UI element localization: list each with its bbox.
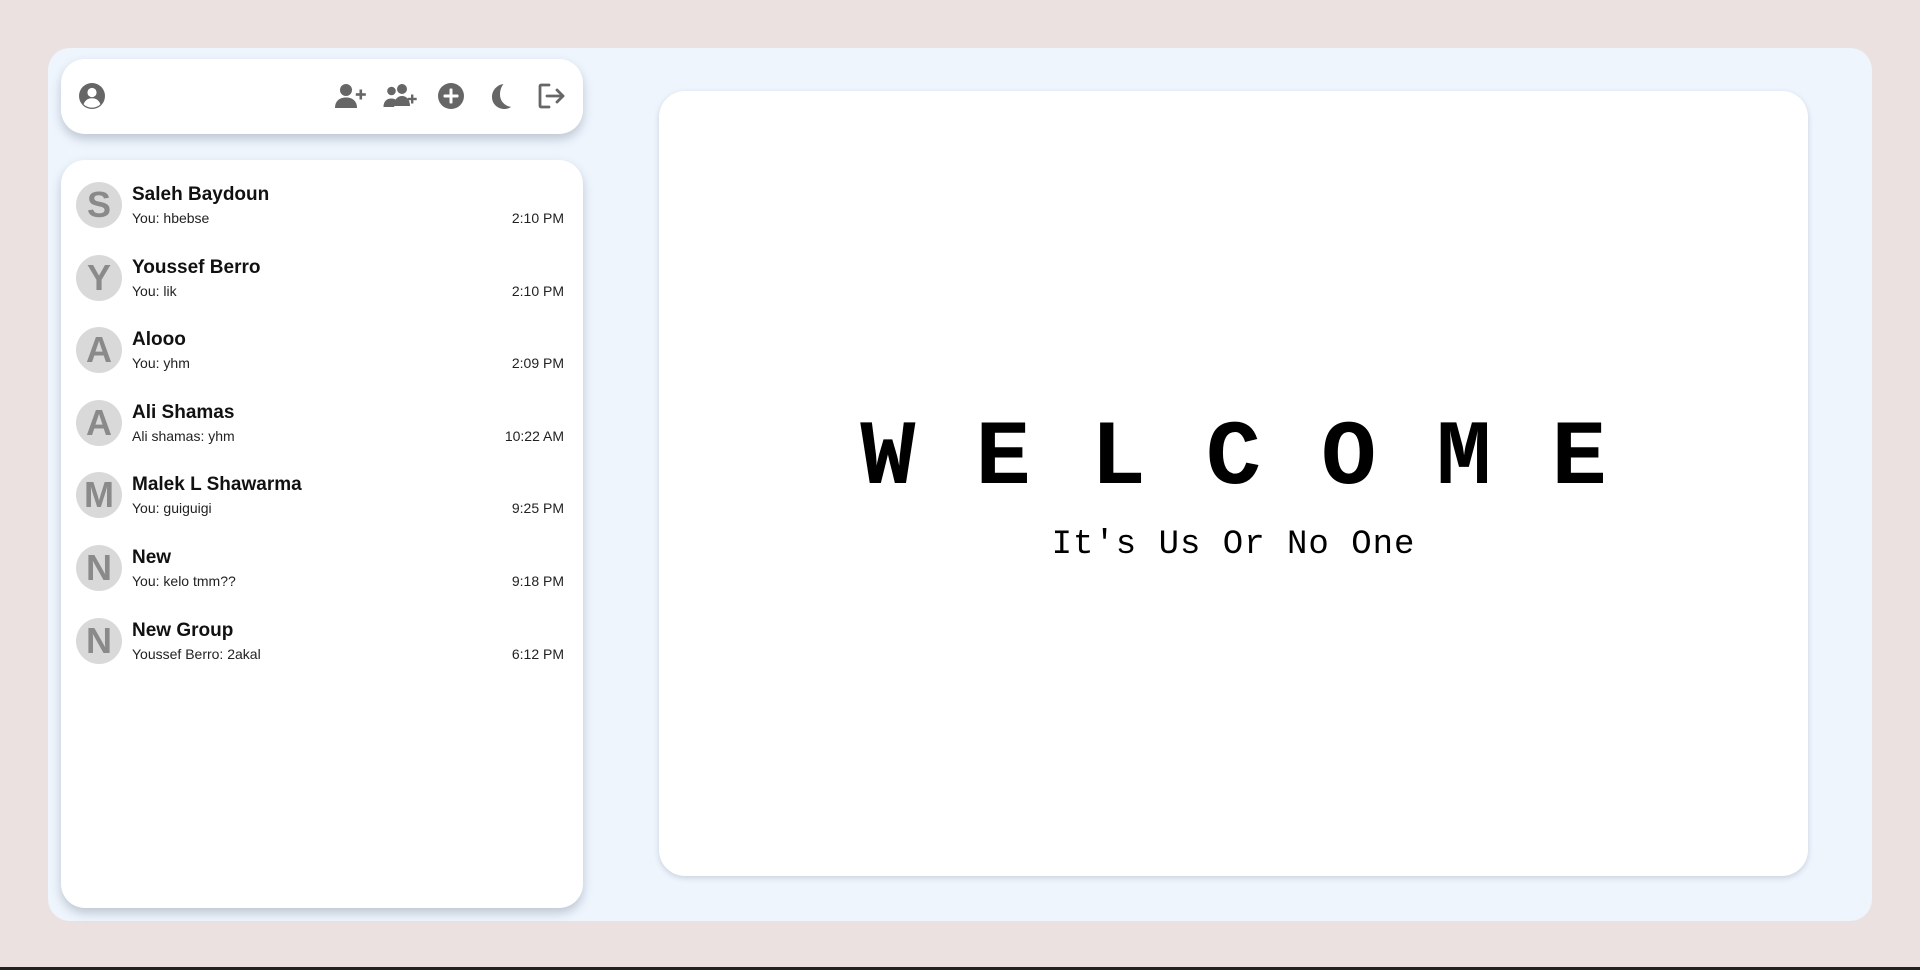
toolbar [61,59,583,134]
avatar: S [76,182,122,228]
add-group-icon[interactable] [383,79,417,113]
chat-preview: Ali shamas: yhm [132,427,235,444]
avatar: M [76,472,122,519]
chat-time: 9:18 PM [511,572,564,589]
chat-item-youssef-berro[interactable]: Y Youssef Berro You: lik 2:10 PM [61,254,583,327]
chat-item-saleh-baydoun[interactable]: S Saleh Baydoun You: hbebse 2:10 PM [61,181,583,254]
chat-time: 2:09 PM [511,355,564,372]
chat-name: Ali Shamas [132,401,235,423]
chat-item-new[interactable]: N New You: kelo tmm?? 9:18 PM [61,544,583,617]
add-user-icon[interactable] [334,79,368,113]
chat-name: Alooo [132,329,186,351]
avatar: N [76,617,122,664]
chat-time: 9:25 PM [511,500,564,517]
chat-preview: You: yhm [132,355,190,372]
chat-item-alooo[interactable]: A Alooo You: yhm 2:09 PM [61,326,583,399]
welcome-panel: WELCOME It's Us Or No One [659,91,1808,876]
chat-preview: You: kelo tmm?? [132,572,236,589]
logout-icon[interactable] [535,79,569,113]
chat-name: Youssef Berro [132,256,261,278]
moon-icon[interactable] [484,79,518,113]
plus-circle-icon[interactable] [434,79,468,113]
welcome-title: WELCOME [860,406,1667,511]
avatar: A [76,399,122,446]
chat-preview: You: lik [132,282,177,299]
chat-item-malek-l-shawarma[interactable]: M Malek L Shawarma You: guiguigi 9:25 PM [61,471,583,544]
chat-time: 10:22 AM [504,427,564,444]
avatar: A [76,327,122,374]
chat-preview: You: hbebse [132,210,210,226]
chat-name: New [132,546,172,568]
avatar: Y [76,254,122,301]
profile-icon[interactable] [75,79,109,113]
chat-item-new-group[interactable]: N New Group Youssef Berro: 2akal 6:12 PM [61,617,583,690]
chat-time: 2:10 PM [511,282,564,299]
chat-name: Malek L Shawarma [132,474,302,496]
welcome-subtitle: It's Us Or No One [1051,526,1416,564]
chat-name: Saleh Baydoun [132,184,270,205]
avatar: N [76,544,122,591]
chat-list: S Saleh Baydoun You: hbebse 2:10 PM Y Yo… [61,181,583,689]
chat-name: New Group [132,619,234,641]
chat-preview: You: guiguigi [132,500,212,517]
chat-item-ali-shamas[interactable]: A Ali Shamas Ali shamas: yhm 10:22 AM [61,399,583,472]
chat-preview: Youssef Berro: 2akal [132,645,261,662]
chat-time: 6:12 PM [511,645,564,662]
chat-time: 2:10 PM [511,210,564,226]
chat-sidebar: S Saleh Baydoun You: hbebse 2:10 PM Y Yo… [61,160,583,908]
